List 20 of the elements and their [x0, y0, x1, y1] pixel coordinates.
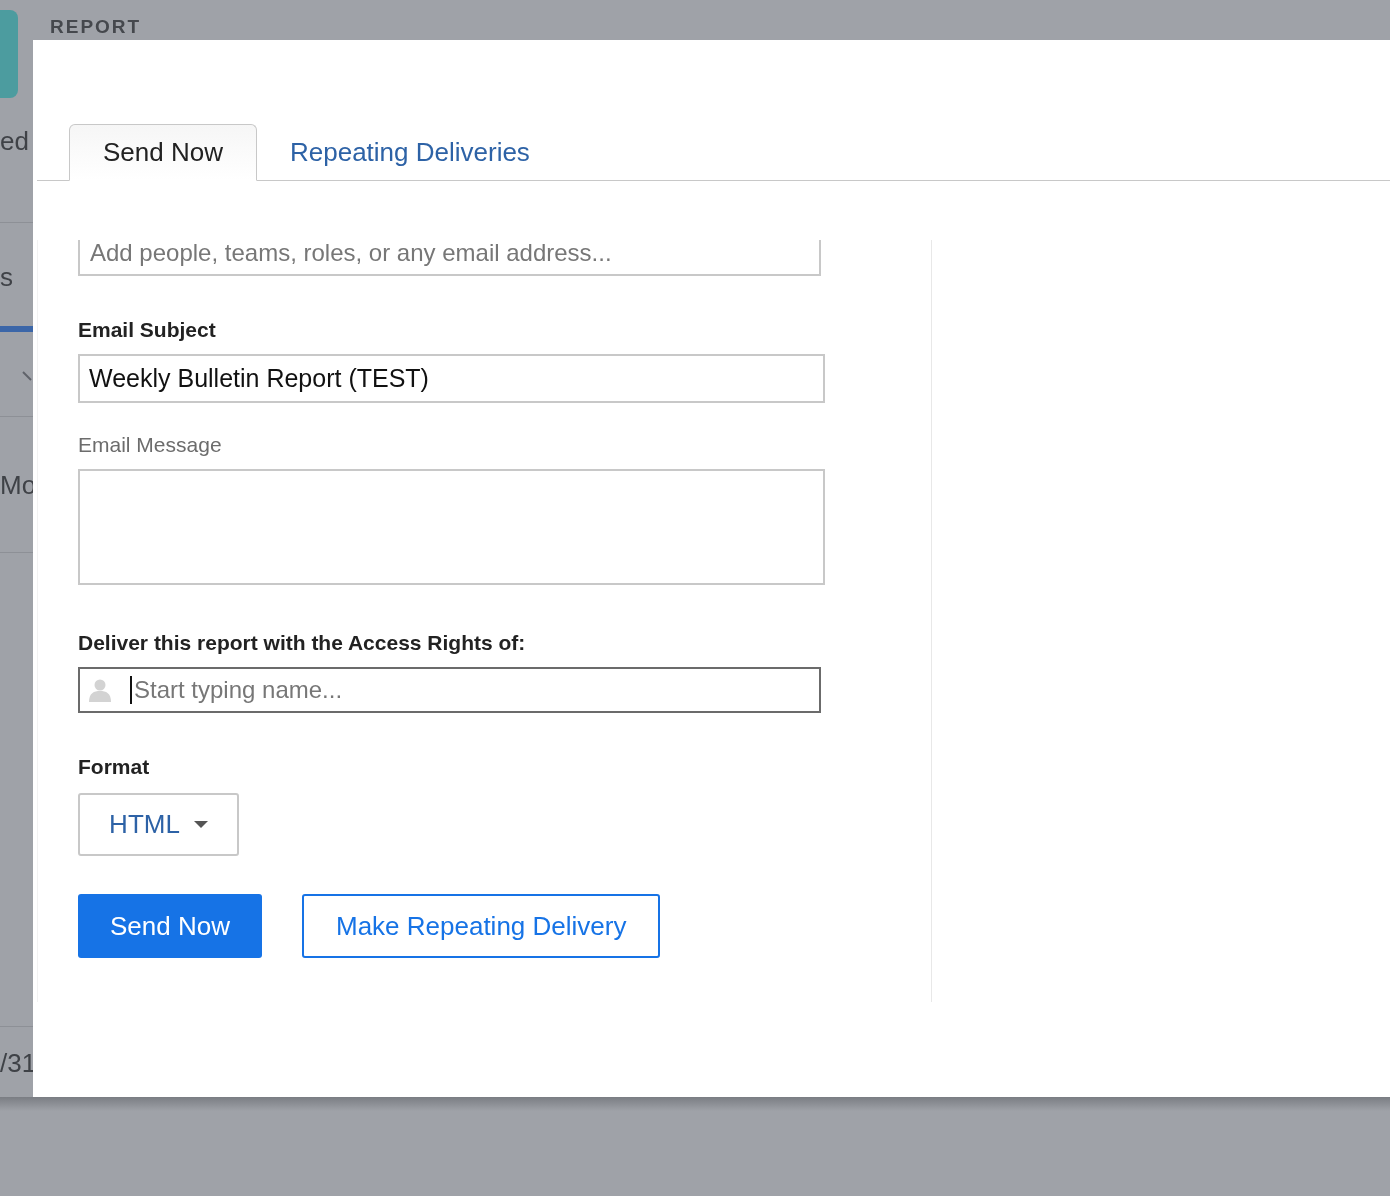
access-field[interactable]: Start typing name...: [78, 667, 821, 713]
format-dropdown[interactable]: HTML: [78, 793, 239, 856]
background-text: /31: [0, 1048, 37, 1079]
caret-icon: [193, 820, 208, 829]
section-title: REPORT: [50, 16, 142, 38]
background-text: ed: [0, 126, 29, 157]
subject-field[interactable]: Weekly Bulletin Report (TEST): [78, 354, 825, 403]
field-label: Deliver this report with the Access Rights of:: [78, 631, 527, 655]
tab[interactable]: Repeating Deliveries: [256, 124, 563, 180]
repeating-delivery-button[interactable]: Make Repeating Delivery: [301, 894, 661, 958]
field-label: Format: [78, 755, 151, 779]
field-label: Email Message: [78, 433, 223, 457]
background-text: s: [0, 262, 13, 293]
field-label: Email Subject: [78, 318, 217, 342]
tab[interactable]: Send Now: [69, 124, 257, 181]
send-now-button[interactable]: Send Now: [78, 894, 262, 958]
recipients-field[interactable]: Add people, teams, roles, or any email address...: [78, 240, 821, 276]
message-field[interactable]: [78, 469, 825, 585]
person-icon: [88, 678, 112, 702]
name-input[interactable]: Start typing name...: [132, 675, 811, 705]
